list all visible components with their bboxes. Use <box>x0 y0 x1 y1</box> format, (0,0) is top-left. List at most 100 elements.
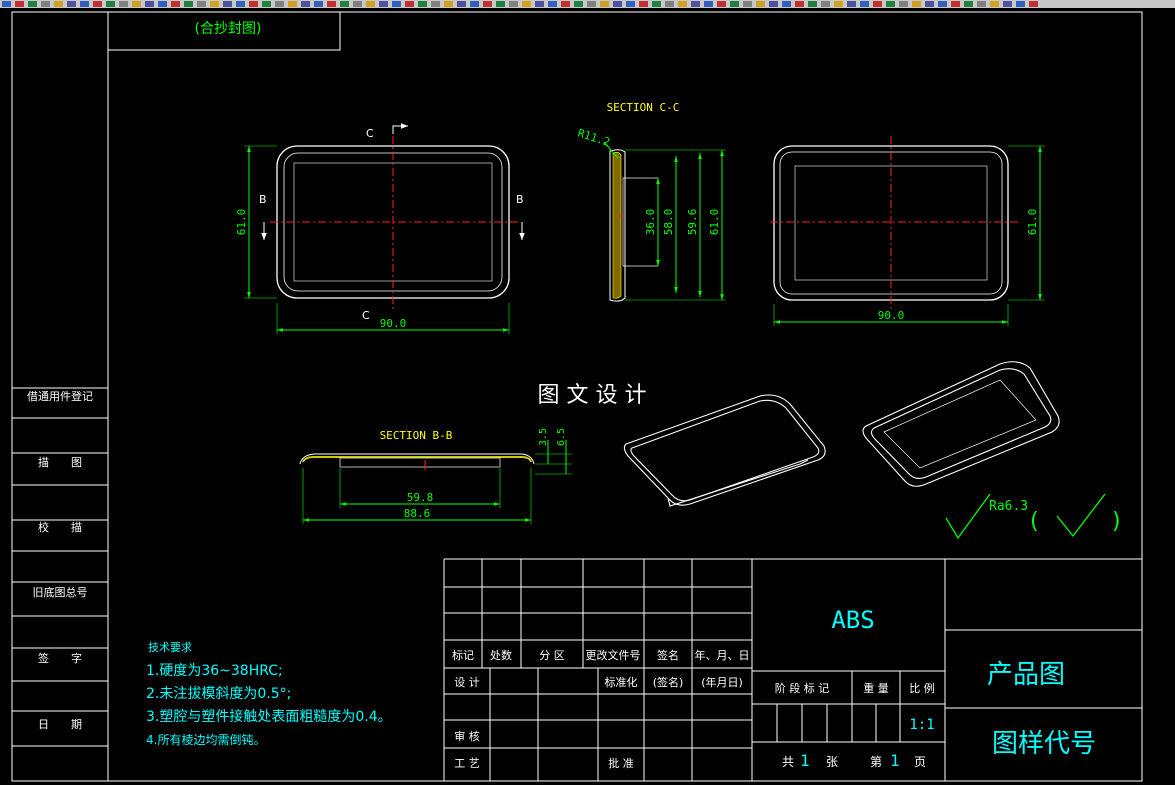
tb-drawing-name: 产品图 <box>987 660 1065 690</box>
layer-icon[interactable] <box>938 1 947 7</box>
layer-icon[interactable] <box>1003 1 1012 7</box>
back-view[interactable]: 61.0 90.0 <box>770 136 1045 326</box>
isometric-view-bottom[interactable] <box>862 361 1060 487</box>
layer-icon[interactable] <box>925 1 934 7</box>
layer-icon[interactable] <box>288 1 297 7</box>
layer-icon[interactable] <box>808 1 817 7</box>
layer-icon[interactable] <box>444 1 453 7</box>
layer-icon[interactable] <box>431 1 440 7</box>
layer-icon[interactable] <box>67 1 76 7</box>
tb-material: ABS <box>831 606 874 634</box>
layer-icon[interactable] <box>990 1 999 7</box>
layer-icon[interactable] <box>327 1 336 7</box>
layer-icon[interactable] <box>366 1 375 7</box>
strip-cell-old-number: 旧底图总号 <box>33 585 88 599</box>
title-block-labels: 标记 处数 分 区 更改文件号 签名 年、月、日 设 计 标准化 (签名) (年… <box>452 648 935 770</box>
layer-icon[interactable] <box>236 1 245 7</box>
layer-icon[interactable] <box>249 1 258 7</box>
tb-header-zone: 分 区 <box>539 649 565 662</box>
layer-icon[interactable] <box>873 1 882 7</box>
layer-icon[interactable] <box>392 1 401 7</box>
layer-icon[interactable] <box>405 1 414 7</box>
layer-icon[interactable] <box>743 1 752 7</box>
layer-icon[interactable] <box>2 1 11 7</box>
layer-icon[interactable] <box>301 1 310 7</box>
layer-icon[interactable] <box>847 1 856 7</box>
section-mark-b-right: B <box>516 193 524 206</box>
layer-icon[interactable] <box>197 1 206 7</box>
layer-icon[interactable] <box>899 1 908 7</box>
isometric-view-top[interactable] <box>623 394 826 507</box>
layer-icon[interactable] <box>171 1 180 7</box>
layer-icon[interactable] <box>704 1 713 7</box>
layer-icon[interactable] <box>756 1 765 7</box>
layer-icon[interactable] <box>223 1 232 7</box>
layer-icon[interactable] <box>54 1 63 7</box>
layer-icon[interactable] <box>340 1 349 7</box>
layer-icon[interactable] <box>1016 1 1025 7</box>
layer-icon[interactable] <box>158 1 167 7</box>
layer-icon[interactable] <box>184 1 193 7</box>
layer-icon[interactable] <box>795 1 804 7</box>
layer-icon[interactable] <box>860 1 869 7</box>
drawing-canvas[interactable]: (合抄封图) 借通用件登记 描 图 校 描 旧底图总号 签 字 日 期 C C … <box>0 8 1175 785</box>
layer-icon[interactable] <box>964 1 973 7</box>
layer-icon[interactable] <box>886 1 895 7</box>
layer-icon[interactable] <box>587 1 596 7</box>
layer-icon[interactable] <box>821 1 830 7</box>
layer-icon[interactable] <box>834 1 843 7</box>
layer-icon[interactable] <box>717 1 726 7</box>
layer-icon[interactable] <box>691 1 700 7</box>
section-cc-view[interactable]: SECTION C-C R11.2 36.0 58.0 59.6 61.0 <box>576 101 726 302</box>
layer-icon[interactable] <box>665 1 674 7</box>
layer-icon[interactable] <box>483 1 492 7</box>
layer-icon[interactable] <box>106 1 115 7</box>
layer-icon[interactable] <box>145 1 154 7</box>
layer-icon[interactable] <box>912 1 921 7</box>
layer-icon[interactable] <box>132 1 141 7</box>
layer-icon[interactable] <box>600 1 609 7</box>
layer-icon[interactable] <box>782 1 791 7</box>
layer-icon[interactable] <box>535 1 544 7</box>
layer-icon[interactable] <box>639 1 648 7</box>
layer-icon[interactable] <box>457 1 466 7</box>
layer-icon[interactable] <box>561 1 570 7</box>
layer-icon[interactable] <box>379 1 388 7</box>
layer-icon[interactable] <box>418 1 427 7</box>
tb-header-mark: 标记 <box>452 648 474 662</box>
layer-icon[interactable] <box>509 1 518 7</box>
layer-icon[interactable] <box>15 1 24 7</box>
layer-icon[interactable] <box>41 1 50 7</box>
layer-icon[interactable] <box>28 1 37 7</box>
toolbar <box>0 0 1175 8</box>
layer-icon[interactable] <box>353 1 362 7</box>
layer-icon[interactable] <box>93 1 102 7</box>
layer-icon[interactable] <box>730 1 739 7</box>
layer-icon[interactable] <box>262 1 271 7</box>
layer-icon[interactable] <box>613 1 622 7</box>
section-bb-dim-v1: 6.5 <box>556 428 567 446</box>
layer-icon[interactable] <box>951 1 960 7</box>
layer-icon[interactable] <box>977 1 986 7</box>
section-bb-view[interactable]: SECTION B-B 3.5 6.5 59.8 88.6 <box>299 428 572 524</box>
layer-icon[interactable] <box>496 1 505 7</box>
front-view[interactable]: C C B B 61.0 90.0 <box>235 123 525 334</box>
strip-cell-trace: 描 图 <box>38 455 82 469</box>
layer-icon[interactable] <box>1029 1 1038 7</box>
layer-icon[interactable] <box>275 1 284 7</box>
layer-icon[interactable] <box>769 1 778 7</box>
layer-icon[interactable] <box>314 1 323 7</box>
layer-icon[interactable] <box>80 1 89 7</box>
roughness-paren-open: ( <box>1030 509 1039 534</box>
back-dim-height: 61.0 <box>1026 209 1039 236</box>
layer-icon[interactable] <box>470 1 479 7</box>
layer-icon[interactable] <box>522 1 531 7</box>
layer-icon[interactable] <box>574 1 583 7</box>
tb-sheets-nth: 1 <box>890 751 900 770</box>
layer-icon[interactable] <box>652 1 661 7</box>
layer-icon[interactable] <box>548 1 557 7</box>
layer-icon[interactable] <box>210 1 219 7</box>
layer-icon[interactable] <box>678 1 687 7</box>
layer-icon[interactable] <box>119 1 128 7</box>
layer-icon[interactable] <box>626 1 635 7</box>
